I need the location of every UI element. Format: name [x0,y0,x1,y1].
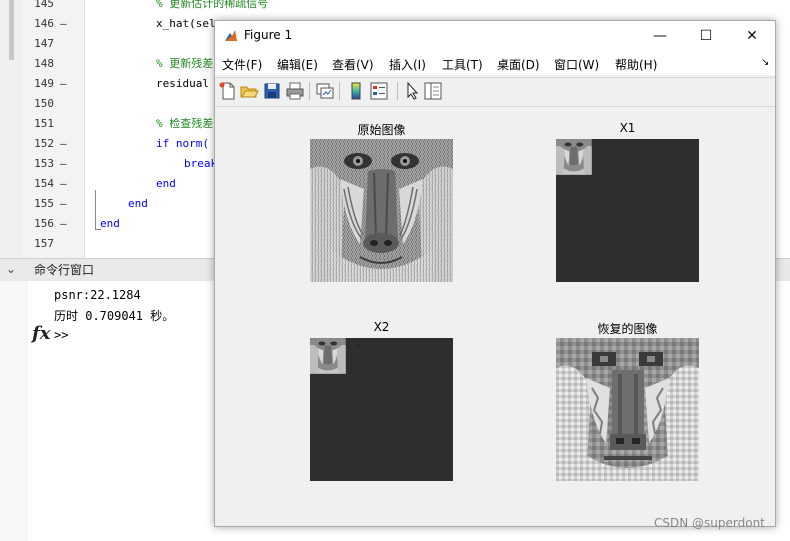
menu-window[interactable]: 窗口(W) [554,56,599,73]
line-number: 154 [34,177,54,190]
recovered-image[interactable] [556,338,699,481]
breakpoint-dash[interactable]: – [60,174,67,194]
code-text: break [184,157,218,170]
menu-tools[interactable]: 工具(T) [442,56,483,73]
code-text: % 更新估计的稀疏信号 [156,0,269,10]
watermark: CSDN @superdont [654,516,765,530]
editor-scrollbar[interactable] [9,0,14,60]
code-text: % 检查残差 [156,117,214,130]
property-inspector-icon[interactable] [423,81,443,101]
figure-titlebar[interactable]: Figure 1 — ☐ ✕ [215,21,775,51]
line-number: 155 [34,197,54,210]
code-text: end [100,217,120,230]
new-figure-icon[interactable] [218,81,238,101]
menu-view[interactable]: 查看(V) [332,56,374,73]
minimize-button[interactable]: — [637,21,683,51]
line-number: 152 [34,137,54,150]
code-fold-line [95,190,96,230]
x2-image[interactable] [310,338,453,481]
line-number: 156 [34,217,54,230]
maximize-button[interactable]: ☐ [683,21,729,51]
menu-edit[interactable]: 编辑(E) [277,56,318,73]
line-number: 150 [34,97,54,110]
breakpoint-dash[interactable]: – [60,154,67,174]
insert-legend-icon[interactable] [369,81,389,101]
axes-title-x2: X2 [373,320,390,334]
fx-icon[interactable]: fx [32,323,50,344]
link-plot-icon[interactable] [315,81,335,101]
menu-desktop[interactable]: 桌面(D) [497,56,540,73]
editor-left-strip [0,0,23,258]
menu-overflow-arrow-icon[interactable]: ↘ [761,57,769,68]
code-line[interactable]: 145 % 更新估计的稀疏信号 [22,0,790,14]
print-icon[interactable] [285,81,305,101]
figure-window[interactable]: Figure 1 — ☐ ✕ 文件(F) 编辑(E) 查看(V) 插入(I) 工… [214,20,776,527]
x1-image[interactable] [556,139,699,282]
edit-plot-icon[interactable] [402,81,422,101]
command-window-left-bar [0,281,29,541]
toolbar-separator [397,82,398,100]
menu-help[interactable]: 帮助(H) [615,56,657,73]
close-button[interactable]: ✕ [729,21,775,51]
insert-colorbar-icon[interactable] [346,81,366,101]
toolbar-separator [339,82,340,100]
axes-title-recovered: 恢复的图像 [597,322,658,336]
code-text: end [128,197,148,210]
breakpoint-dash[interactable]: – [60,74,67,94]
command-prompt[interactable]: >> [54,328,68,342]
line-number: 157 [34,237,54,250]
save-icon[interactable] [262,81,282,101]
line-number: 148 [34,57,54,70]
open-file-icon[interactable] [239,81,259,101]
code-text: if norm( [156,137,209,150]
line-number: 145 [34,0,54,10]
axes-title-x1: X1 [619,121,636,135]
command-output-line: psnr:22.1284 [54,288,141,302]
command-window-title: 命令行窗口 [34,263,95,277]
toolbar-separator [309,82,310,100]
breakpoint-dash[interactable]: – [60,134,67,154]
line-number: 147 [34,37,54,50]
code-text: x_hat(sel [156,17,216,30]
code-text: end [156,177,176,190]
menu-file[interactable]: 文件(F) [222,56,262,73]
breakpoint-dash[interactable]: – [60,214,67,234]
breakpoint-dash[interactable]: – [60,14,67,34]
line-number: 153 [34,157,54,170]
menu-insert[interactable]: 插入(I) [389,56,426,73]
collapse-chevron-icon[interactable]: ⌄ [2,260,20,278]
code-fold-tick [95,229,101,230]
line-number: 149 [34,77,54,90]
line-number: 146 [34,17,54,30]
command-output-line: 历时 0.709041 秒。 [54,309,175,323]
code-text: % 更新残差 [156,57,214,70]
matlab-logo-icon [223,28,239,44]
original-image[interactable] [310,139,453,282]
figure-title: Figure 1 [244,28,293,42]
code-text: residual [156,77,209,90]
breakpoint-dash[interactable]: – [60,194,67,214]
line-number: 151 [34,117,54,130]
axes-title-original: 原始图像 [357,123,406,137]
